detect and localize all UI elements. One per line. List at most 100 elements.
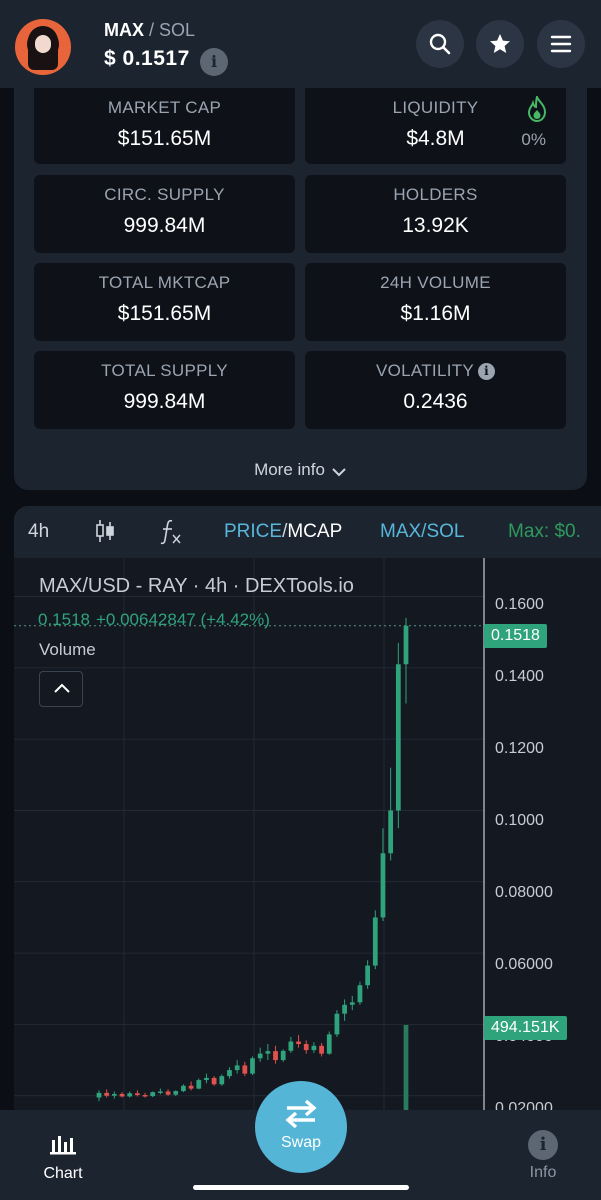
- nav-chart[interactable]: Chart: [30, 1130, 96, 1183]
- candle-body: [111, 1093, 117, 1096]
- menu-icon: [550, 35, 572, 53]
- stat-liquidity: LIQUIDITY $4.8M 0%: [305, 88, 566, 164]
- search-icon: [429, 33, 451, 55]
- candle-body: [188, 1085, 194, 1089]
- stat-total-supply: TOTAL SUPPLY 999.84M: [34, 351, 295, 429]
- candle-body: [142, 1095, 148, 1097]
- candle-body: [280, 1050, 286, 1061]
- stat-holders: HOLDERS 13.92K: [305, 175, 566, 253]
- pair-toggle[interactable]: MAX/SOL: [380, 521, 464, 543]
- candle-type-button[interactable]: [94, 518, 116, 550]
- candle-body: [311, 1045, 317, 1051]
- stat-value: 0.2436: [403, 390, 468, 413]
- candle-body: [395, 664, 401, 811]
- candle-body: [319, 1045, 324, 1054]
- info-icon: i: [528, 1130, 558, 1160]
- favorite-button[interactable]: [476, 20, 524, 68]
- y-tick-label: 0.08000: [495, 884, 553, 901]
- candle-body: [334, 1013, 340, 1035]
- chevron-up-icon: [54, 683, 70, 693]
- stat-label: TOTAL MKTCAP: [98, 273, 231, 292]
- quote-symbol: SOL: [159, 20, 196, 40]
- candle-body: [165, 1091, 171, 1095]
- candlestick-icon: [96, 520, 114, 542]
- y-tick-label: 0.06000: [495, 956, 553, 973]
- volatility-label: VOLATILITY: [375, 361, 475, 380]
- candle-body: [127, 1093, 133, 1097]
- candle-body: [365, 965, 371, 986]
- chart-panel: 4h PRICE/MCAP MAX/SOL Max: $0. MAX/USD -…: [14, 506, 601, 1110]
- candle-body: [388, 810, 394, 854]
- candle-body: [342, 1004, 347, 1014]
- y-tick-label: 0.1200: [495, 740, 544, 757]
- flame-icon: [527, 96, 547, 122]
- home-indicator: [193, 1185, 409, 1190]
- y-tick-label: 0.1600: [495, 596, 544, 613]
- candle-body: [150, 1092, 156, 1097]
- stat-label: CIRC. SUPPLY: [104, 185, 225, 204]
- candle-body: [250, 1058, 255, 1074]
- candle-body: [257, 1053, 263, 1059]
- candle-body: [296, 1041, 301, 1045]
- candle-body: [288, 1041, 294, 1051]
- swap-button[interactable]: Swap: [255, 1081, 347, 1173]
- candle-body: [349, 1002, 355, 1005]
- bar-chart-icon: [50, 1136, 76, 1155]
- chart-title: MAX/USD - RAY · 4h · DEXTools.io: [39, 575, 354, 597]
- last-price-badge: 0.1518: [484, 624, 547, 648]
- y-tick-label: 0.1000: [495, 812, 544, 829]
- token-price: $ 0.1517: [104, 47, 190, 70]
- candle-body: [219, 1076, 225, 1085]
- candle-body: [303, 1044, 309, 1051]
- stat-label: MARKET CAP: [107, 98, 222, 117]
- candle-body: [181, 1085, 186, 1092]
- candle-body: [158, 1091, 163, 1093]
- interval-selector[interactable]: 4h: [28, 521, 49, 543]
- candle-body: [104, 1092, 110, 1096]
- ohlc-price: 0.1518: [38, 610, 90, 629]
- max-price-label: Max: $0.: [508, 521, 581, 542]
- more-info-label: More info: [254, 460, 325, 479]
- stat-value: $151.65M: [117, 302, 212, 325]
- candle-body: [326, 1034, 332, 1054]
- candle-body: [372, 917, 378, 966]
- price-mcap-toggle[interactable]: PRICE/MCAP: [224, 521, 342, 543]
- more-info-button[interactable]: More info: [14, 450, 587, 490]
- stat-label: TOTAL SUPPLY: [101, 361, 228, 380]
- search-button[interactable]: [416, 20, 464, 68]
- volatility-info-icon[interactable]: i: [478, 363, 496, 380]
- candle-body: [380, 853, 386, 918]
- legend-collapse-button[interactable]: [39, 671, 83, 707]
- stat-label: HOLDERS: [393, 185, 478, 204]
- ohlc-change: +0.00642847 (+4.42%): [96, 610, 270, 629]
- pair-separator: /: [149, 20, 155, 40]
- token-header: MAX / SOL $ 0.1517 i: [0, 0, 601, 88]
- chevron-down-icon: [332, 468, 346, 477]
- candle-body: [96, 1092, 102, 1098]
- stat-24h-volume: 24H VOLUME $1.16M: [305, 263, 566, 341]
- screen: MAX / SOL $ 0.1517 i MARKET CAP $151.65M…: [0, 0, 601, 1200]
- candle-body: [134, 1093, 140, 1096]
- liquidity-percent: 0%: [521, 130, 546, 149]
- chart-toolbar: 4h PRICE/MCAP MAX/SOL Max: $0.: [14, 506, 601, 558]
- star-icon: [490, 34, 510, 53]
- candle-body: [357, 985, 363, 1003]
- ohlc-legend: 0.1518 +0.00642847 (+4.42%): [38, 610, 276, 630]
- last-volume-badge: 494.151K: [484, 1016, 567, 1040]
- candle-body: [211, 1077, 217, 1085]
- indicators-button[interactable]: [160, 518, 182, 552]
- nav-chart-label: Chart: [43, 1165, 83, 1182]
- nav-info-label: Info: [529, 1164, 557, 1181]
- token-pair: MAX / SOL: [104, 20, 195, 41]
- candle-body: [234, 1065, 240, 1071]
- stat-volatility: VOLATILITY i 0.2436: [305, 351, 566, 429]
- token-stats-panel: MARKET CAP $151.65M LIQUIDITY $4.8M 0% C…: [14, 88, 587, 490]
- stat-value: 13.92K: [402, 214, 469, 237]
- volume-bar: [403, 1025, 409, 1110]
- token-avatar[interactable]: [15, 19, 71, 75]
- price-info-icon[interactable]: i: [200, 48, 228, 76]
- candle-body: [265, 1051, 271, 1054]
- price-chart[interactable]: MAX/USD - RAY · 4h · DEXTools.io 0.1518 +…: [14, 558, 601, 1110]
- menu-button[interactable]: [537, 20, 585, 68]
- nav-info[interactable]: i Info: [514, 1130, 572, 1182]
